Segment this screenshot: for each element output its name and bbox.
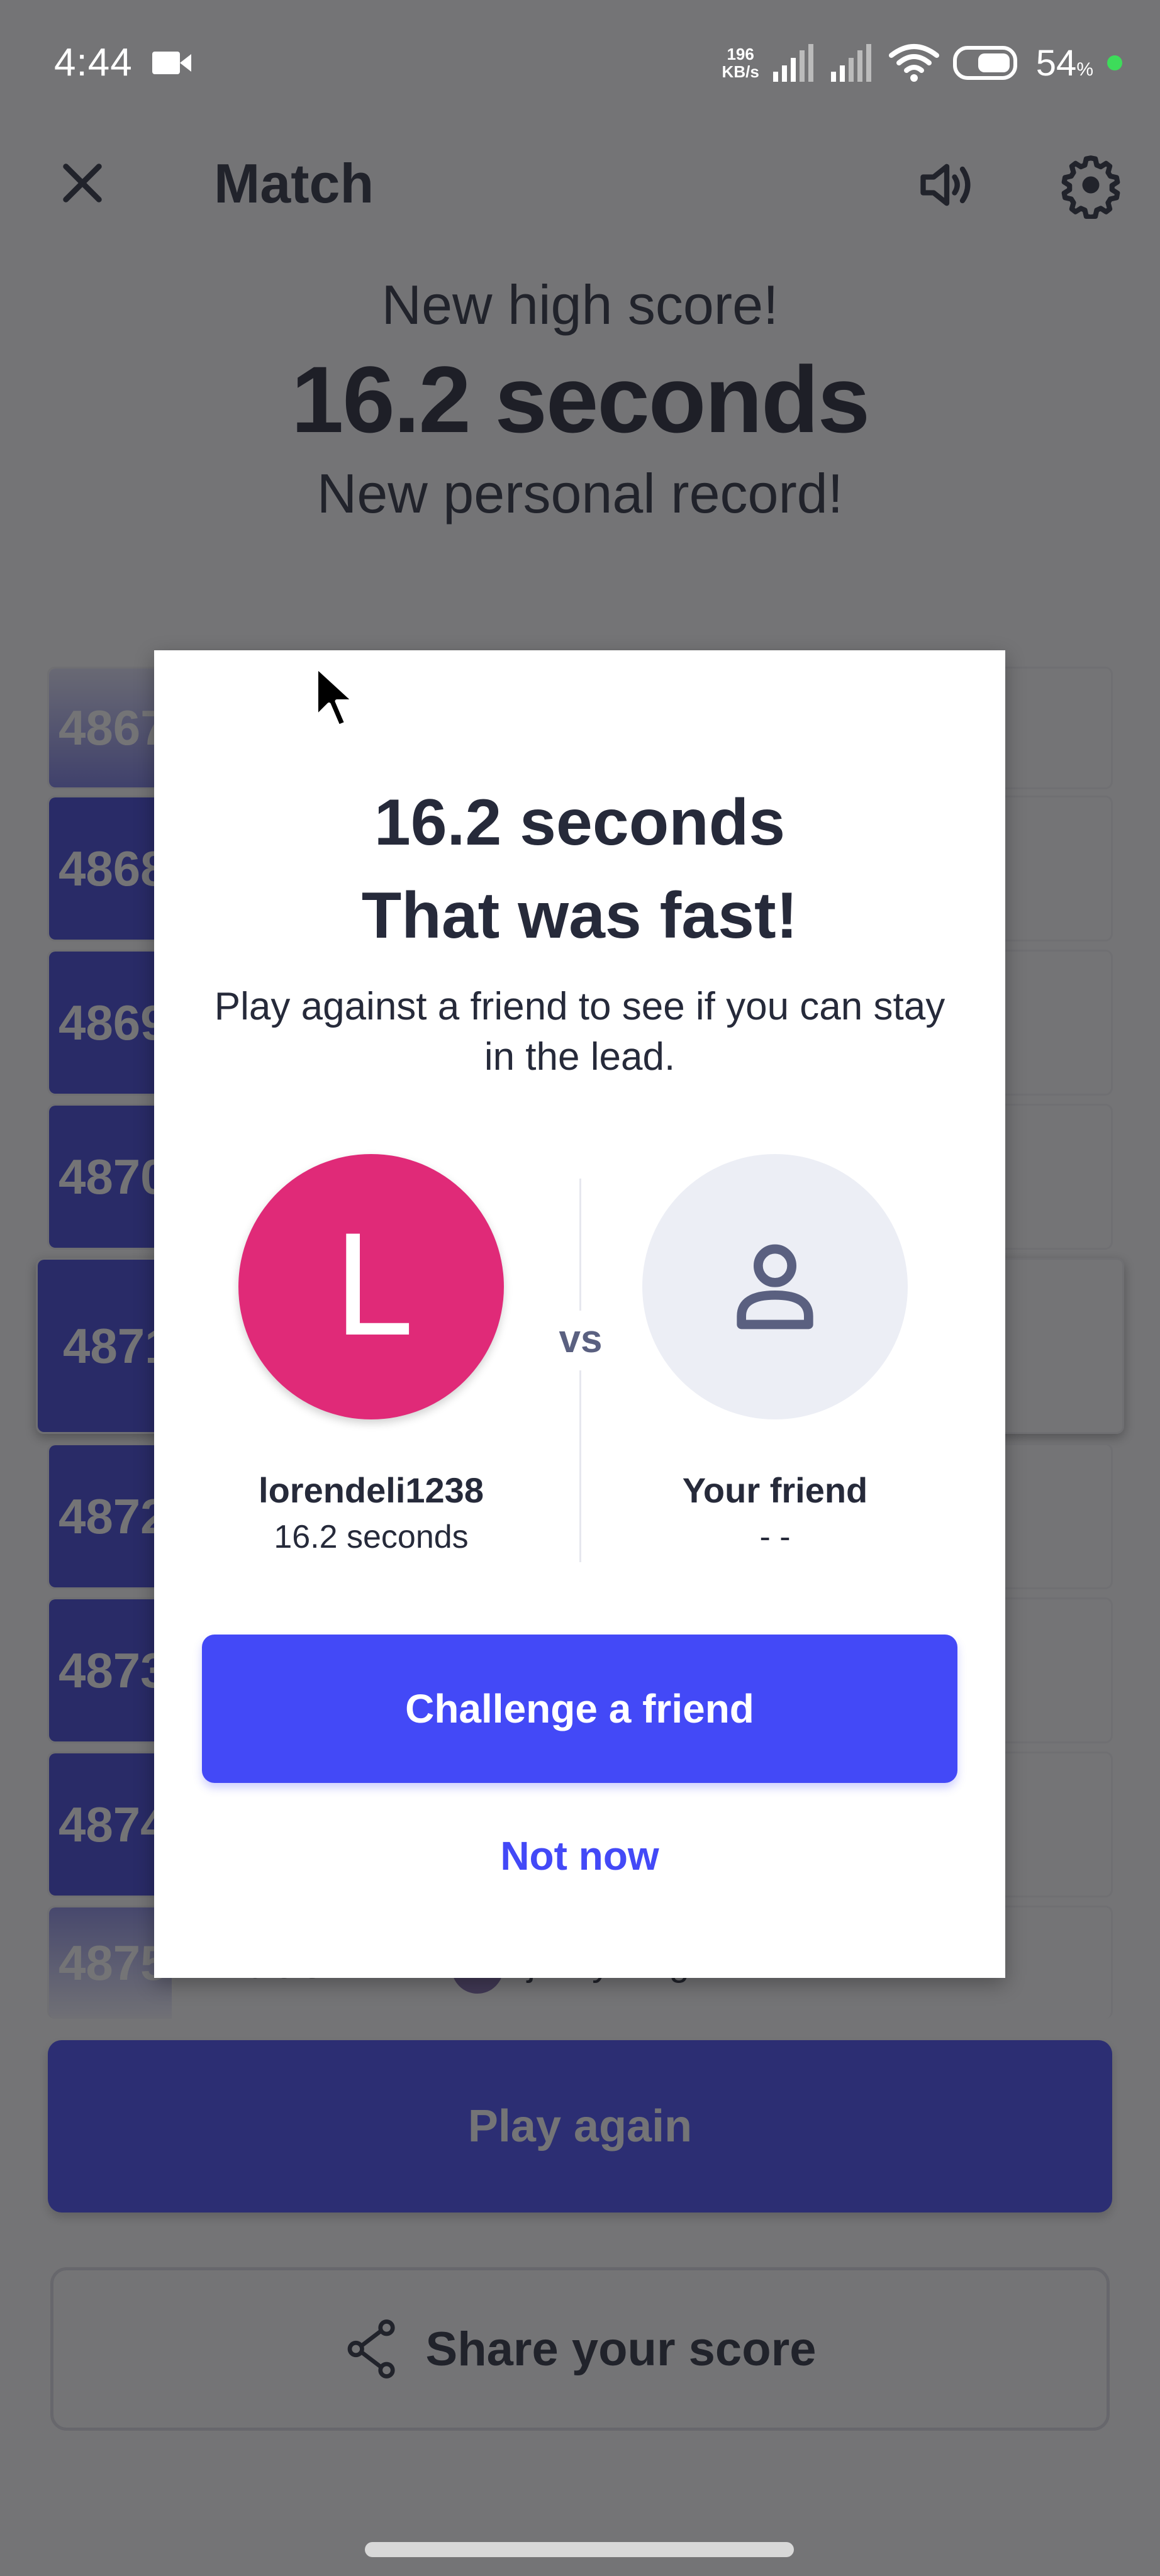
- vs-label: vs: [559, 1318, 603, 1361]
- battery-percent: 54%: [1035, 42, 1093, 84]
- not-now-button[interactable]: Not now: [154, 1833, 1005, 1879]
- versus-section: L lorendeli1238 16.2 seconds vs Your fri…: [154, 1131, 1005, 1565]
- player-avatar: L: [238, 1154, 504, 1419]
- system-status-bar: 4:44 196 KB/s 54%: [0, 0, 1160, 123]
- opponent-card: Your friend - -: [611, 1131, 939, 1556]
- opponent-avatar: [642, 1154, 908, 1419]
- battery-icon: [952, 46, 1017, 80]
- divider: [579, 1179, 581, 1311]
- challenge-dialog: 16.2 seconds That was fast! Play against…: [154, 650, 1005, 1978]
- signal-icon: [830, 44, 871, 82]
- mouse-cursor-icon: [315, 665, 356, 728]
- player-name: lorendeli1238: [259, 1470, 484, 1510]
- wifi-icon: [888, 44, 939, 82]
- opponent-name: Your friend: [682, 1470, 868, 1510]
- status-icons: 196 KB/s 54%: [722, 38, 1122, 88]
- dialog-description: Play against a friend to see if you can …: [214, 985, 945, 1079]
- green-dot-indicator: [1107, 55, 1122, 70]
- clock: 4:44: [54, 41, 133, 84]
- opponent-score: - -: [759, 1519, 791, 1555]
- challenge-friend-button[interactable]: Challenge a friend: [202, 1635, 957, 1783]
- dialog-title: 16.2 seconds That was fast!: [361, 786, 798, 952]
- video-record-icon: [152, 52, 191, 74]
- player-card: L lorendeli1238 16.2 seconds: [208, 1131, 535, 1556]
- home-indicator[interactable]: [365, 2542, 794, 2557]
- player-score: 16.2 seconds: [274, 1519, 469, 1555]
- network-speed: 196 KB/s: [722, 45, 759, 81]
- divider: [579, 1370, 581, 1562]
- person-icon: [737, 1244, 813, 1330]
- signal-icon: [772, 44, 813, 82]
